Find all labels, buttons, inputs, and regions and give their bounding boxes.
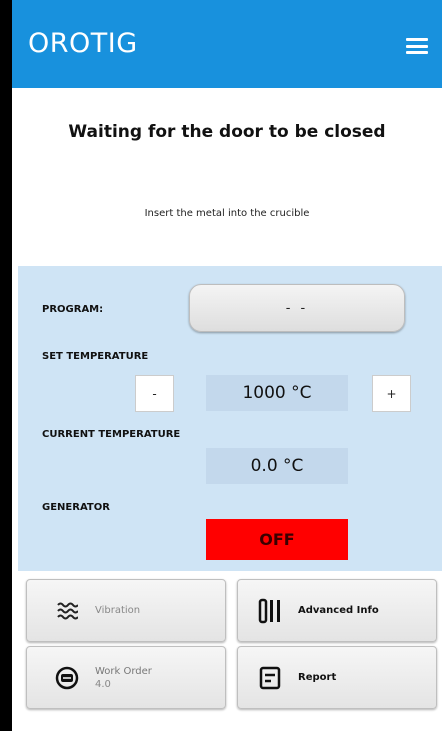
hamburger-menu-icon[interactable] xyxy=(406,38,428,54)
work-order-title: Work Order xyxy=(95,665,152,677)
app-header: OROTIG xyxy=(12,0,442,88)
set-temperature-label: SET TEMPERATURE xyxy=(42,351,149,362)
advanced-info-label: Advanced Info xyxy=(298,605,379,616)
brand-logo: OROTIG xyxy=(28,28,138,59)
report-label: Report xyxy=(298,672,337,683)
current-temperature-value: 0.0 °C xyxy=(206,448,348,484)
generator-status-badge: OFF xyxy=(206,519,348,560)
vibration-waves-icon xyxy=(47,602,87,620)
work-order-version: 4.0 xyxy=(95,678,111,690)
report-button[interactable]: Report xyxy=(237,646,437,709)
work-order-button[interactable]: Work Order 4.0 xyxy=(26,646,226,709)
work-order-label: Work Order 4.0 xyxy=(95,665,152,691)
vibration-label: Vibration xyxy=(95,605,141,616)
status-message: Insert the metal into the crucible xyxy=(144,208,310,219)
status-title: Waiting for the door to be closed xyxy=(68,122,386,142)
advanced-info-button[interactable]: Advanced Info xyxy=(237,579,437,642)
program-select-button[interactable]: - - xyxy=(189,284,405,332)
set-temperature-value: 1000 °C xyxy=(206,375,348,411)
program-label: PROGRAM: xyxy=(42,304,104,315)
app-frame: OROTIG Waiting for the door to be closed… xyxy=(12,0,442,731)
decrease-temperature-button[interactable]: - xyxy=(135,375,174,412)
work-order-icon xyxy=(47,666,87,690)
control-panel: PROGRAM: - - SET TEMPERATURE - 1000 °C +… xyxy=(18,266,442,571)
vibration-button[interactable]: Vibration xyxy=(26,579,226,642)
current-temperature-label: CURRENT TEMPERATURE xyxy=(42,429,181,440)
report-document-icon xyxy=(250,666,290,690)
generator-label: GENERATOR xyxy=(42,502,110,513)
increase-temperature-button[interactable]: + xyxy=(372,375,411,412)
bar-chart-icon xyxy=(250,598,290,624)
